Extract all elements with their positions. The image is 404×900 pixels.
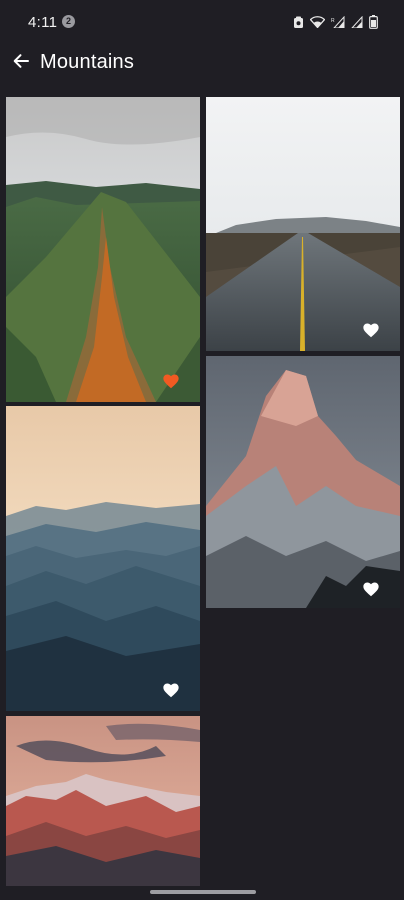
photo-tile[interactable]	[6, 716, 200, 886]
phone-screen: 4:11 2 R Mountains	[0, 0, 404, 900]
heart-icon	[162, 682, 182, 698]
photo-tile[interactable]	[206, 356, 400, 608]
photo-tile[interactable]	[206, 97, 400, 351]
back-button[interactable]	[8, 50, 34, 76]
battery-icon	[369, 15, 378, 29]
home-indicator[interactable]	[150, 890, 256, 894]
favorite-button[interactable]	[362, 322, 382, 340]
photo-image	[6, 406, 200, 711]
status-time: 4:11	[28, 14, 58, 31]
signal-icon: R	[331, 16, 345, 28]
app-bar: Mountains	[0, 44, 404, 84]
photo-image	[206, 97, 400, 351]
notification-badge: 2	[62, 15, 75, 28]
status-bar: 4:11 2 R	[0, 0, 404, 44]
favorite-button[interactable]	[362, 581, 382, 599]
photo-tile[interactable]	[6, 97, 200, 402]
heart-icon	[362, 581, 382, 597]
wifi-icon	[310, 16, 325, 28]
page-title: Mountains	[40, 51, 135, 73]
arrow-left-icon	[12, 52, 30, 75]
heart-icon	[362, 322, 382, 338]
signal-icon	[351, 16, 363, 28]
photo-tile[interactable]	[6, 406, 200, 711]
photo-image	[6, 97, 200, 402]
svg-text:R: R	[331, 18, 335, 24]
status-icons: R	[293, 14, 378, 30]
photo-image	[206, 356, 400, 608]
favorite-button[interactable]	[162, 373, 182, 391]
photo-image	[6, 716, 200, 886]
heart-filled-icon	[162, 373, 182, 389]
favorite-button[interactable]	[162, 682, 182, 700]
screenshot-icon	[293, 16, 304, 29]
